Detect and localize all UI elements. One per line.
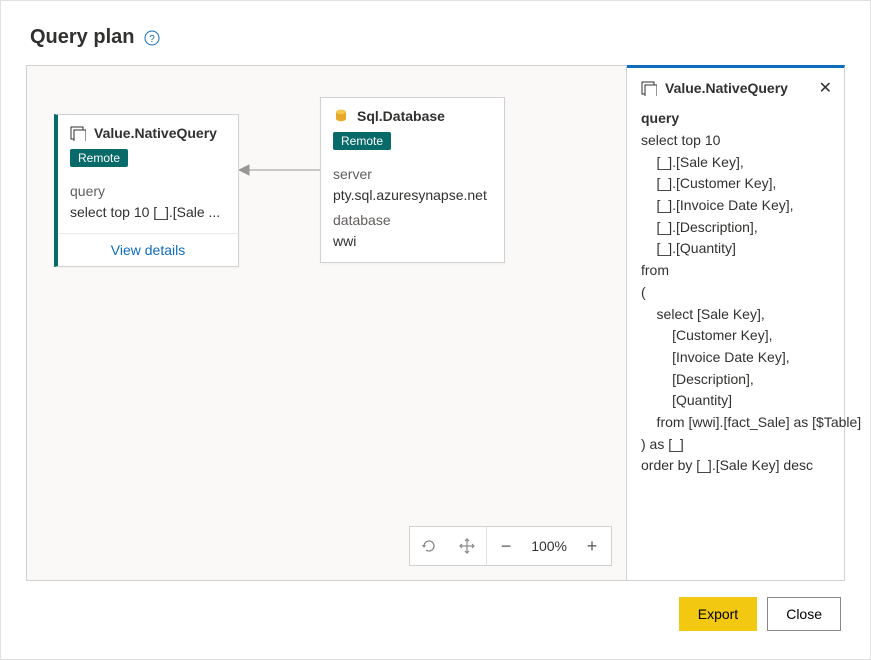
zoom-toolbar: − 100% + bbox=[409, 526, 612, 566]
detail-query-text: select top 10 [_].[Sale Key], [_].[Custo… bbox=[641, 130, 830, 477]
node-body: query select top 10 [_].[Sale ... bbox=[58, 175, 238, 233]
detail-title: Value.NativeQuery bbox=[665, 80, 788, 96]
zoom-in-button[interactable]: + bbox=[573, 527, 611, 565]
server-label: server bbox=[333, 164, 492, 185]
pan-button[interactable] bbox=[448, 527, 486, 565]
node-header: Sql.Database bbox=[321, 98, 504, 132]
node-title: Value.NativeQuery bbox=[94, 125, 217, 141]
zoom-out-button[interactable]: − bbox=[487, 527, 525, 565]
help-icon[interactable]: ? bbox=[144, 30, 160, 46]
remote-badge: Remote bbox=[70, 149, 128, 167]
dialog-header: Query plan ? bbox=[2, 2, 869, 65]
dialog-footer: Export Close bbox=[2, 597, 869, 655]
export-button[interactable]: Export bbox=[679, 597, 757, 631]
detail-panel: ✕ Value.NativeQuery query select top 10 … bbox=[627, 65, 845, 581]
page-title: Query plan bbox=[30, 26, 134, 49]
detail-section-label: query bbox=[641, 110, 830, 126]
close-button[interactable]: Close bbox=[767, 597, 841, 631]
plan-node-native-query[interactable]: Value.NativeQuery Remote query select to… bbox=[54, 114, 239, 267]
query-preview: select top 10 [_].[Sale ... bbox=[70, 202, 226, 223]
close-icon[interactable]: ✕ bbox=[819, 78, 832, 98]
node-title: Sql.Database bbox=[357, 108, 445, 124]
database-icon bbox=[333, 108, 349, 124]
server-value: pty.sql.azuresynapse.net bbox=[333, 185, 492, 206]
detail-header: Value.NativeQuery bbox=[641, 80, 830, 96]
main-content: Value.NativeQuery Remote query select to… bbox=[26, 65, 845, 581]
svg-text:?: ? bbox=[150, 34, 156, 45]
database-label: database bbox=[333, 210, 492, 231]
database-value: wwi bbox=[333, 231, 492, 252]
query-label: query bbox=[70, 181, 226, 202]
zoom-level: 100% bbox=[525, 538, 573, 554]
node-body: server pty.sql.azuresynapse.net database… bbox=[321, 158, 504, 262]
native-query-icon bbox=[641, 80, 657, 96]
remote-badge: Remote bbox=[333, 132, 391, 150]
node-header: Value.NativeQuery bbox=[58, 115, 238, 149]
query-plan-canvas[interactable]: Value.NativeQuery Remote query select to… bbox=[26, 65, 627, 581]
native-query-icon bbox=[70, 125, 86, 141]
view-details-link[interactable]: View details bbox=[58, 233, 238, 266]
reset-view-button[interactable] bbox=[410, 527, 448, 565]
plan-node-sql-database[interactable]: Sql.Database Remote server pty.sql.azure… bbox=[320, 97, 505, 263]
edge-arrow bbox=[239, 163, 321, 177]
